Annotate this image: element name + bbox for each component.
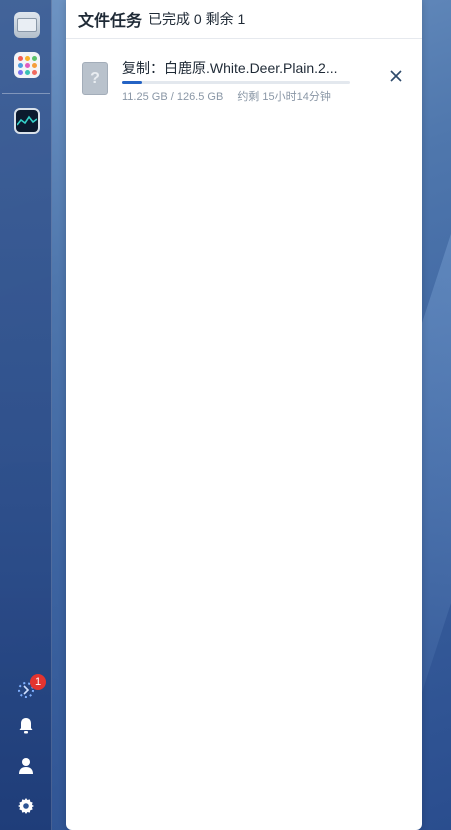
resource-monitor-icon[interactable] — [14, 108, 40, 134]
gear-icon[interactable] — [16, 796, 36, 816]
dock: 1 — [0, 0, 52, 830]
tasks-badge: 1 — [30, 674, 46, 690]
panel-title: 文件任务 — [78, 13, 143, 30]
panel-header: 文件任务 已完成 0 剩余 1 — [66, 0, 422, 39]
task-item[interactable]: ? 复制：白鹿原.White.Deer.Plain.2... 11.25 GB … — [82, 58, 412, 106]
cancel-task-button[interactable] — [388, 68, 404, 84]
dock-separator — [2, 93, 50, 94]
file-tasks-panel: 文件任务 已完成 0 剩余 1 ? 复制：白鹿原.White.Deer.Plai… — [66, 0, 422, 830]
desktop-monitor-icon[interactable] — [14, 12, 40, 38]
task-progress-fill — [122, 81, 143, 84]
user-icon[interactable] — [16, 756, 36, 776]
app-launcher-icon[interactable] — [14, 52, 40, 78]
unknown-file-icon: ? — [82, 62, 108, 95]
task-eta: 约剩 15小时14分钟 — [237, 91, 331, 103]
task-meta: 11.25 GB / 126.5 GB 约剩 15小时14分钟 — [122, 88, 331, 104]
bell-icon[interactable] — [16, 716, 36, 736]
task-progress-bar — [122, 81, 350, 84]
task-size: 11.25 GB / 126.5 GB — [122, 91, 224, 103]
task-summary: 已完成 0 剩余 1 — [148, 11, 246, 27]
task-title: 复制：白鹿原.White.Deer.Plain.2... — [122, 60, 338, 76]
close-icon — [390, 70, 402, 82]
